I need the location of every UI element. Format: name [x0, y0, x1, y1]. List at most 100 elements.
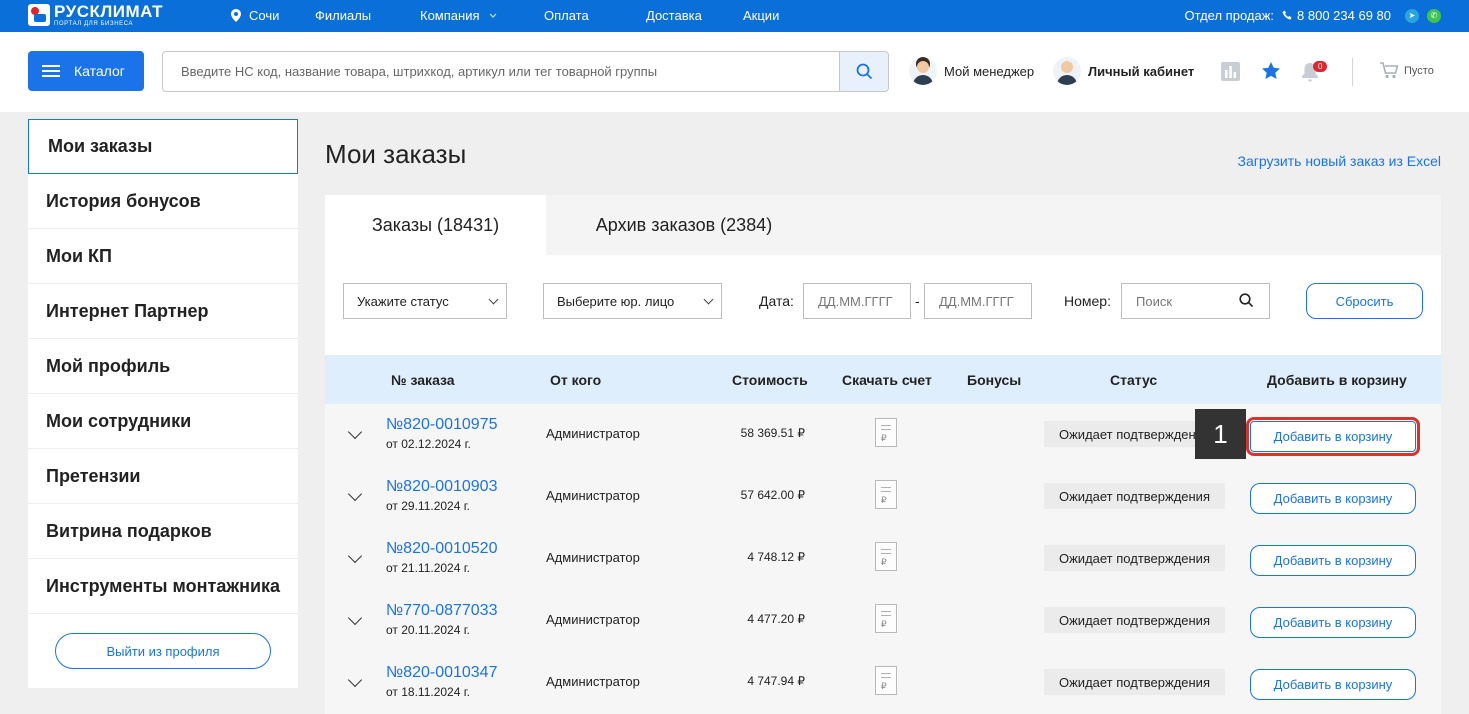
invoice-document-icon[interactable]: ₽: [875, 542, 897, 571]
header-divider: [1352, 58, 1353, 86]
entity-select-value: Выберите юр. лицо: [557, 293, 675, 309]
order-author: Администратор: [546, 674, 640, 689]
order-date: от 29.11.2024 г.: [386, 499, 470, 513]
personal-cabinet-link[interactable]: Личный кабинет: [1053, 57, 1194, 85]
tab-archive[interactable]: Архив заказов (2384): [546, 195, 822, 255]
sales-contacts: Отдел продаж: 8 800 234 69 80 ➤ ✆: [1184, 8, 1441, 23]
order-price: 4 747.94 ₽: [747, 674, 805, 688]
city-selector[interactable]: Сочи: [231, 8, 279, 23]
whatsapp-icon[interactable]: ✆: [1427, 8, 1441, 23]
notifications-badge: 0: [1313, 61, 1328, 72]
sidebar-item-my-orders[interactable]: Мои заказы: [28, 119, 298, 174]
order-date: от 18.11.2024 г.: [386, 685, 470, 699]
invoice-document-icon[interactable]: ₽: [875, 604, 897, 633]
sidebar: Мои заказы История бонусов Мои КП Интерн…: [28, 119, 298, 688]
stats-icon[interactable]: [1221, 62, 1240, 81]
chevron-down-icon: [489, 13, 496, 18]
status-select-value: Укажите статус: [357, 293, 449, 309]
date-to-input[interactable]: [924, 283, 1032, 319]
sidebar-item-claims[interactable]: Претензии: [28, 449, 298, 504]
phone-number: 8 800 234 69 80: [1297, 8, 1391, 23]
col-status: Статус: [1110, 372, 1158, 388]
add-to-cart-button[interactable]: Добавить в корзину: [1250, 669, 1416, 700]
sidebar-item-my-employees[interactable]: Мои сотрудники: [28, 394, 298, 449]
status-badge: Ожидает подтверждения: [1044, 483, 1225, 509]
invoice-document-icon[interactable]: ₽: [875, 418, 897, 447]
add-to-cart-button[interactable]: Добавить в корзину: [1250, 545, 1416, 576]
nav-company-label: Компания: [420, 8, 480, 23]
sidebar-item-my-profile[interactable]: Мой профиль: [28, 339, 298, 394]
order-author: Администратор: [546, 426, 640, 441]
nav-delivery[interactable]: Доставка: [646, 8, 702, 23]
status-select[interactable]: Укажите статус: [343, 283, 507, 319]
reset-button[interactable]: Сбросить: [1306, 283, 1423, 319]
city-name: Сочи: [249, 8, 280, 23]
tab-orders[interactable]: Заказы (18431): [325, 195, 546, 255]
table-row: №820-0010975 от 02.12.2024 г. Администра…: [325, 404, 1441, 466]
search-icon[interactable]: [1239, 293, 1254, 308]
nav-company[interactable]: Компания: [420, 8, 497, 23]
expand-chevron-icon[interactable]: [347, 672, 363, 688]
sidebar-item-my-quotes[interactable]: Мои КП: [28, 229, 298, 284]
entity-select[interactable]: Выберите юр. лицо: [543, 283, 722, 319]
order-number-link[interactable]: №770-0877033: [386, 602, 497, 620]
add-to-cart-button[interactable]: Добавить в корзину: [1250, 483, 1416, 514]
logout-button[interactable]: Выйти из профиля: [55, 633, 271, 669]
expand-chevron-icon[interactable]: [347, 610, 363, 626]
order-author: Администратор: [546, 488, 640, 503]
table-row: №820-0010903 от 29.11.2024 г. Администра…: [325, 466, 1441, 528]
cart-icon: [1380, 62, 1399, 79]
order-date: от 20.11.2024 г.: [386, 623, 470, 637]
add-to-cart-button[interactable]: Добавить в корзину: [1250, 607, 1416, 638]
nav-branches[interactable]: Филиалы: [315, 8, 371, 23]
order-author: Администратор: [546, 612, 640, 627]
date-from-input[interactable]: [803, 283, 911, 319]
cart-button[interactable]: Пусто: [1380, 62, 1434, 79]
expand-chevron-icon[interactable]: [347, 486, 363, 502]
invoice-document-icon[interactable]: ₽: [875, 666, 897, 695]
search-button[interactable]: [839, 51, 889, 92]
order-tabs: Заказы (18431) Архив заказов (2384): [325, 195, 1441, 255]
order-number-link[interactable]: №820-0010975: [386, 416, 497, 434]
sidebar-item-internet-partner[interactable]: Интернет Партнер: [28, 284, 298, 339]
nav-payment[interactable]: Оплата: [544, 8, 589, 23]
location-pin-icon: [231, 9, 241, 22]
number-label: Номер:: [1064, 293, 1111, 309]
catalog-label: Каталог: [74, 63, 125, 79]
catalog-button[interactable]: Каталог: [28, 51, 144, 91]
date-separator: -: [915, 293, 920, 309]
expand-chevron-icon[interactable]: [347, 424, 363, 440]
sales-label: Отдел продаж:: [1184, 8, 1275, 23]
add-to-cart-button[interactable]: Добавить в корзину: [1246, 417, 1420, 456]
col-cost: Стоимость: [732, 372, 808, 388]
user-avatar: [1053, 57, 1081, 85]
telegram-icon[interactable]: ➤: [1405, 8, 1419, 23]
star-icon[interactable]: [1261, 61, 1281, 81]
expand-chevron-icon[interactable]: [347, 548, 363, 564]
order-number-link[interactable]: №820-0010347: [386, 664, 497, 682]
col-bonuses: Бонусы: [967, 372, 1022, 388]
phone-icon: [1282, 10, 1292, 20]
search-input[interactable]: [162, 51, 840, 92]
order-number-link[interactable]: №820-0010520: [386, 540, 497, 558]
col-add-to-cart: Добавить в корзину: [1267, 372, 1407, 388]
phone-link[interactable]: 8 800 234 69 80: [1282, 8, 1391, 23]
my-manager-link[interactable]: Мой менеджер: [909, 57, 1034, 85]
logo-icon: [28, 4, 50, 26]
col-download-invoice: Скачать счет: [842, 372, 932, 388]
sidebar-item-installer-tools[interactable]: Инструменты монтажника: [28, 559, 298, 614]
logo[interactable]: РУСКЛИМАТ ПОРТАЛ ДЛЯ БИЗНЕСА: [28, 3, 163, 27]
status-badge: Ожидает подтверждения: [1044, 669, 1225, 695]
nav-promotions[interactable]: Акции: [743, 8, 779, 23]
date-label: Дата:: [759, 293, 794, 309]
chevron-down-icon: [488, 294, 499, 305]
menu-icon: [42, 65, 60, 77]
annotation-marker: 1: [1195, 409, 1246, 459]
sidebar-item-bonus-history[interactable]: История бонусов: [28, 174, 298, 229]
logo-subtitle: ПОРТАЛ ДЛЯ БИЗНЕСА: [54, 21, 134, 27]
order-number-link[interactable]: №820-0010903: [386, 478, 497, 496]
sidebar-item-gift-showcase[interactable]: Витрина подарков: [28, 504, 298, 559]
invoice-document-icon[interactable]: ₽: [875, 480, 897, 509]
top-bar: РУСКЛИМАТ ПОРТАЛ ДЛЯ БИЗНЕСА Сочи Филиал…: [0, 0, 1469, 32]
excel-upload-link[interactable]: Загрузить новый заказ из Excel: [1238, 153, 1441, 169]
